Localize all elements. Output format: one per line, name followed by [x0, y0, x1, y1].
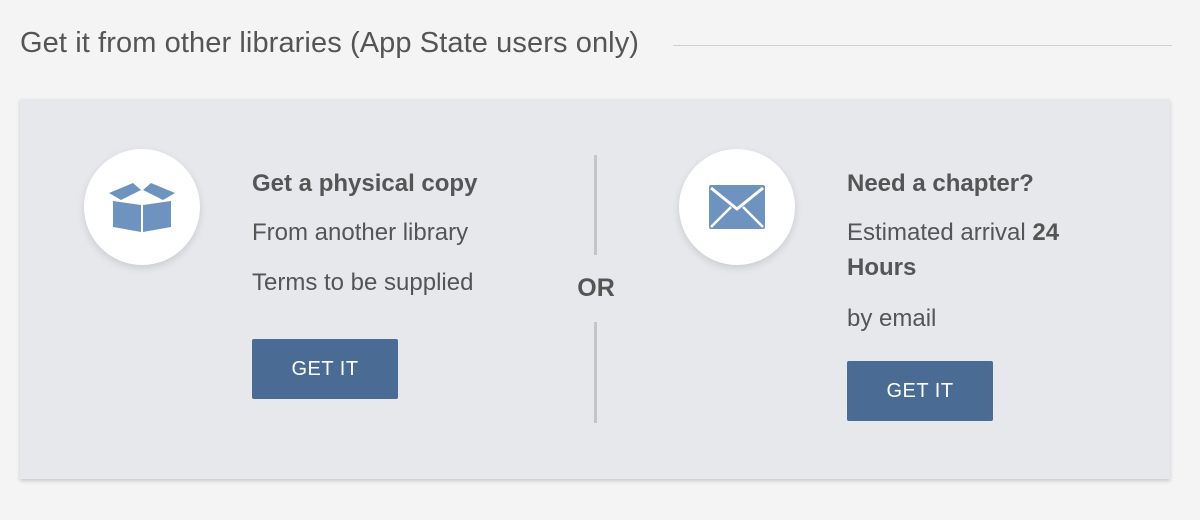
chapter-title: Need a chapter? [847, 170, 1034, 197]
envelope-icon [709, 185, 765, 229]
get-chapter-button[interactable]: GET IT [847, 361, 993, 421]
get-physical-copy-button[interactable]: GET IT [252, 339, 398, 399]
box-icon [109, 183, 175, 232]
chapter-icon-circle [679, 149, 795, 265]
header-divider [673, 44, 1172, 46]
physical-copy-source: From another library [252, 219, 469, 246]
arrival-value: 24 [1032, 219, 1060, 246]
section-header: Get it from other libraries (App State u… [20, 18, 1172, 68]
chapter-delivery: by email [847, 305, 937, 332]
physical-copy-title: Get a physical copy [252, 170, 478, 197]
request-options-panel: Get a physical copy From another library… [20, 99, 1170, 479]
or-label: OR [577, 274, 615, 302]
or-divider-top [594, 155, 597, 255]
physical-copy-icon-circle [84, 149, 200, 265]
or-divider-bottom [594, 322, 597, 423]
physical-copy-terms: Terms to be supplied [252, 269, 474, 296]
section-title: Get it from other libraries (App State u… [20, 26, 640, 59]
arrival-unit: Hours [847, 254, 917, 281]
chapter-arrival: Estimated arrival 24 [847, 219, 1059, 247]
arrival-prefix: Estimated arrival [847, 219, 1026, 246]
